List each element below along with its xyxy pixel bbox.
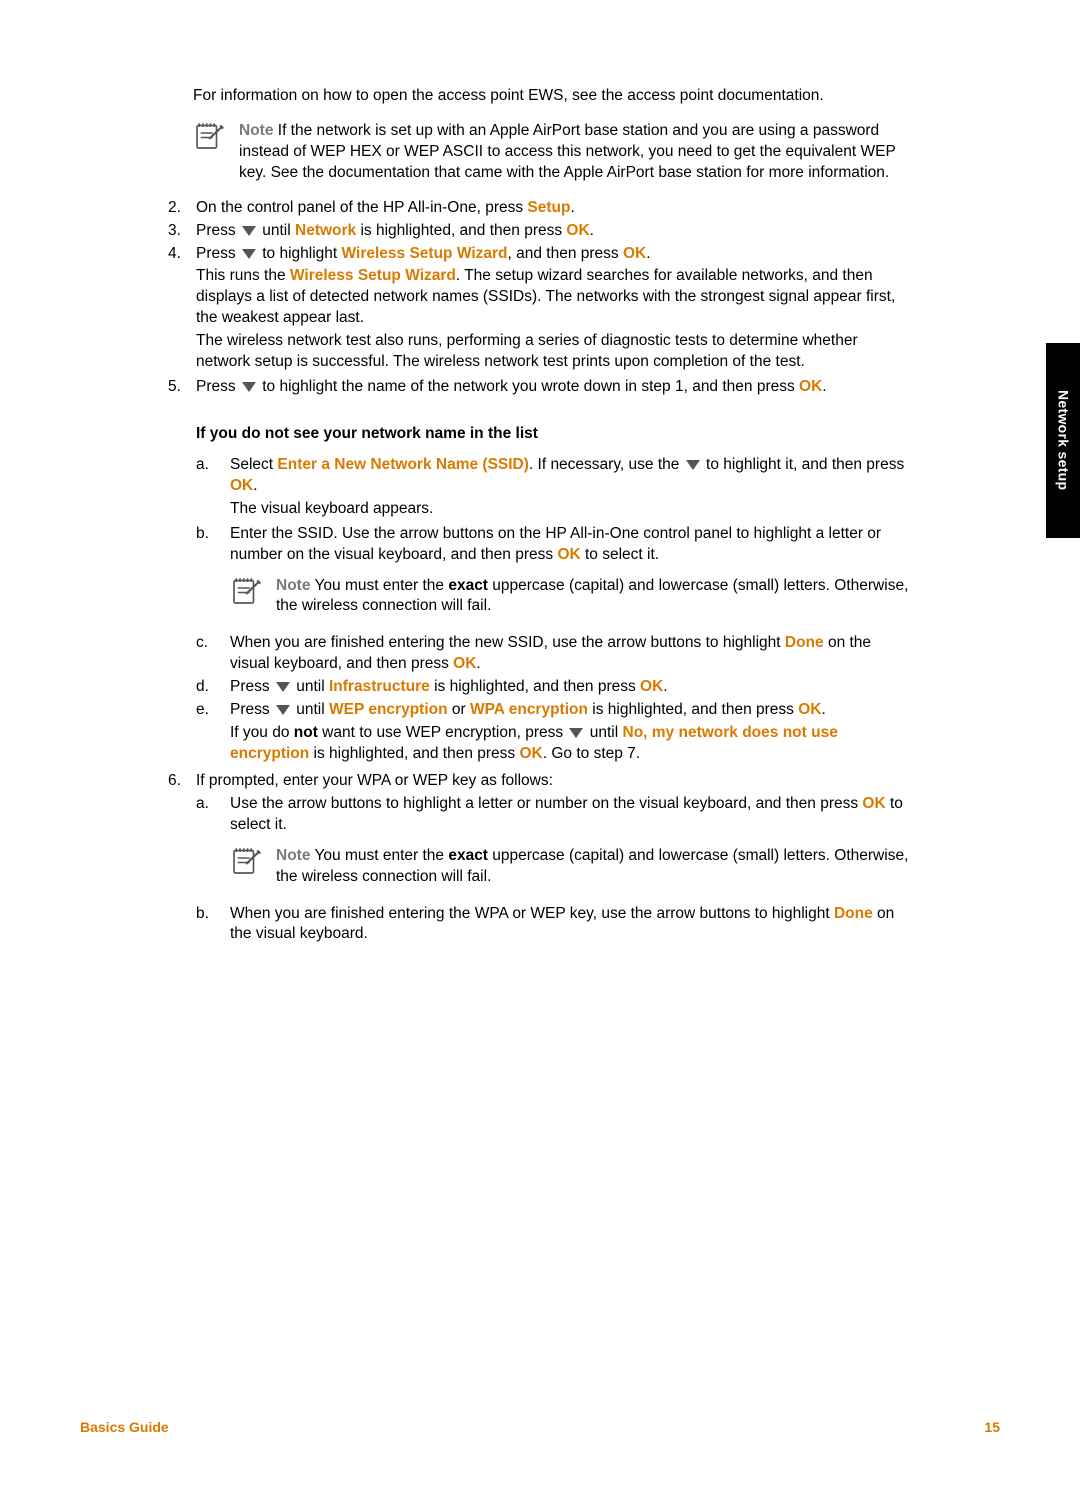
- document-page: Network setup For information on how to …: [0, 0, 1080, 1495]
- keyword-ok: OK: [519, 745, 542, 762]
- keyword-wireless-setup-wizard: Wireless Setup Wizard: [290, 267, 456, 284]
- keyword-infrastructure: Infrastructure: [329, 678, 430, 695]
- note-icon: [230, 576, 262, 606]
- keyword-network: Network: [295, 222, 356, 239]
- keyword-wpa-encryption: WPA encryption: [470, 701, 588, 718]
- keyword-done: Done: [785, 634, 824, 651]
- section-tab: Network setup: [1046, 343, 1080, 538]
- note-icon: [193, 121, 225, 151]
- keyword-done: Done: [834, 905, 873, 922]
- keyword-ok: OK: [453, 655, 476, 672]
- note-text: Note You must enter the exact uppercase …: [276, 846, 910, 888]
- intro-paragraph: For information on how to open the acces…: [193, 86, 910, 107]
- down-arrow-icon: [242, 382, 256, 392]
- step-6: 6. If prompted, enter your WPA or WEP ke…: [168, 771, 910, 947]
- section-tab-label: Network setup: [1054, 390, 1073, 490]
- substep-e: e. Press until WEP encryption or WPA enc…: [196, 700, 910, 767]
- keyword-ok: OK: [862, 795, 885, 812]
- note-text: Note You must enter the exact uppercase …: [276, 576, 910, 618]
- keyword-ok: OK: [557, 546, 580, 563]
- step-5: 5. Press to highlight the name of the ne…: [168, 377, 910, 769]
- note-label: Note: [239, 122, 273, 139]
- substep-b: b. Enter the SSID. Use the arrow buttons…: [196, 524, 910, 632]
- down-arrow-icon: [569, 728, 583, 738]
- note-box-1: Note If the network is set up with an Ap…: [193, 121, 910, 184]
- keyword-ok: OK: [566, 222, 589, 239]
- substep-d: d. Press until Infrastructure is highlig…: [196, 677, 910, 698]
- sub-steps-list-1: a. Select Enter a New Network Name (SSID…: [196, 455, 910, 767]
- keyword-wep-encryption: WEP encryption: [329, 701, 448, 718]
- keyword-ok: OK: [623, 245, 646, 262]
- sub-section-title: If you do not see your network name in t…: [196, 424, 910, 445]
- keyword-ok: OK: [640, 678, 663, 695]
- note-label: Note: [276, 847, 310, 864]
- down-arrow-icon: [242, 226, 256, 236]
- footer-left: Basics Guide: [80, 1418, 169, 1437]
- keyword-setup: Setup: [527, 199, 570, 216]
- page-footer: Basics Guide 15: [80, 1418, 1000, 1437]
- keyword-ok: OK: [798, 701, 821, 718]
- down-arrow-icon: [276, 682, 290, 692]
- substep-c: c. When you are finished entering the ne…: [196, 633, 910, 675]
- note-box-3: Note You must enter the exact uppercase …: [230, 846, 910, 888]
- substep-6b: b. When you are finished entering the WP…: [196, 904, 910, 946]
- down-arrow-icon: [276, 705, 290, 715]
- step-2: 2. On the control panel of the HP All-in…: [168, 198, 910, 219]
- keyword-wireless-setup-wizard: Wireless Setup Wizard: [342, 245, 508, 262]
- step-3: 3. Press until Network is highlighted, a…: [168, 221, 910, 242]
- down-arrow-icon: [242, 249, 256, 259]
- keyword-ok: OK: [230, 477, 253, 494]
- substep-6a: a. Use the arrow buttons to highlight a …: [196, 794, 910, 902]
- substep-a: a. Select Enter a New Network Name (SSID…: [196, 455, 910, 522]
- note-text: Note If the network is set up with an Ap…: [239, 121, 910, 184]
- footer-page-number: 15: [984, 1418, 1000, 1437]
- step-4: 4. Press to highlight Wireless Setup Wiz…: [168, 244, 910, 376]
- note-label: Note: [276, 577, 310, 594]
- note-box-2: Note You must enter the exact uppercase …: [230, 576, 910, 618]
- main-steps-list: 2. On the control panel of the HP All-in…: [168, 198, 910, 948]
- sub-section: If you do not see your network name in t…: [196, 424, 910, 767]
- down-arrow-icon: [686, 460, 700, 470]
- sub-steps-list-2: a. Use the arrow buttons to highlight a …: [196, 794, 910, 946]
- note-icon: [230, 846, 262, 876]
- keyword-enter-new-network: Enter a New Network Name (SSID): [277, 456, 529, 473]
- keyword-ok: OK: [799, 378, 822, 395]
